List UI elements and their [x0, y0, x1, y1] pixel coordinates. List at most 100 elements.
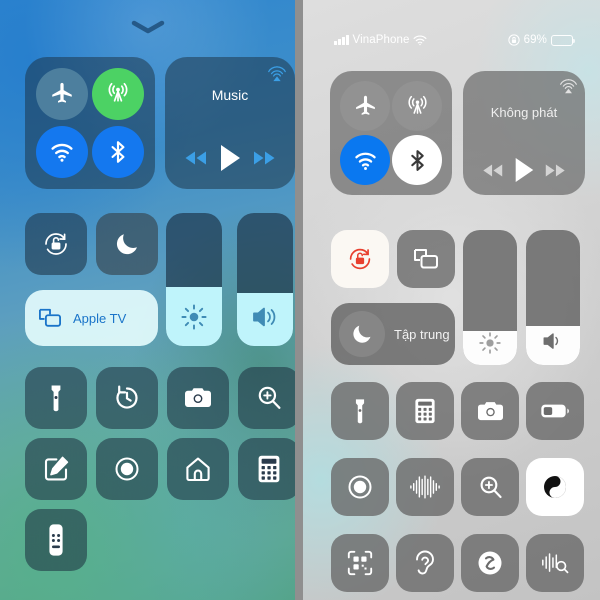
rotation-lock-status-icon: [508, 34, 520, 46]
ear-icon: [412, 548, 438, 578]
flashlight-icon: [347, 397, 373, 425]
screen-mirroring-toggle[interactable]: Apple TV: [25, 290, 158, 346]
shortcut-home[interactable]: [167, 438, 229, 500]
rotation-lock-toggle[interactable]: [25, 213, 87, 275]
airplay-audio-icon[interactable]: [267, 64, 287, 84]
media-playback-card[interactable]: Không phát: [463, 71, 585, 195]
moon-icon: [113, 230, 141, 258]
shortcut-camera[interactable]: [461, 382, 519, 440]
do-not-disturb-toggle[interactable]: [96, 213, 158, 275]
volume-slider[interactable]: [237, 213, 293, 346]
shortcut-camera[interactable]: [167, 367, 229, 429]
screen-mirroring-icon: [37, 307, 63, 329]
brightness-icon: [166, 302, 222, 332]
wifi-icon: [413, 34, 427, 46]
status-bar: VinaPhone 69%: [303, 31, 600, 49]
screen-record-icon: [112, 454, 142, 484]
flashlight-icon: [42, 383, 70, 413]
shortcut-timer[interactable]: [96, 367, 158, 429]
chevron-down-icon[interactable]: [128, 18, 168, 36]
rotation-lock-icon: [345, 244, 375, 274]
screen-record-icon: [345, 472, 375, 502]
shortcut-code-scanner[interactable]: [331, 534, 389, 592]
airplane-mode-toggle[interactable]: [340, 81, 390, 131]
volume-slider[interactable]: [526, 230, 580, 365]
shortcut-flashlight[interactable]: [25, 367, 87, 429]
wifi-toggle[interactable]: [36, 126, 88, 178]
camera-icon: [476, 399, 505, 424]
airplane-mode-toggle[interactable]: [36, 68, 88, 120]
shortcut-dark-mode[interactable]: [526, 458, 584, 516]
wifi-toggle[interactable]: [340, 135, 390, 185]
remote-icon: [46, 523, 66, 557]
waveform-icon: [409, 474, 441, 500]
shortcut-notes[interactable]: [25, 438, 87, 500]
shortcut-calculator[interactable]: [396, 382, 454, 440]
low-power-battery-icon: [540, 402, 570, 420]
shortcut-apple-tv-remote[interactable]: [25, 509, 87, 571]
rewind-icon[interactable]: [183, 149, 209, 167]
media-playback-card[interactable]: Music: [165, 57, 295, 189]
bluetooth-icon: [105, 139, 131, 165]
cellular-data-toggle[interactable]: [392, 81, 442, 131]
bluetooth-toggle[interactable]: [392, 135, 442, 185]
shortcut-voice-memos[interactable]: [396, 458, 454, 516]
battery-icon: [551, 34, 576, 46]
shortcut-magnifier[interactable]: [238, 367, 295, 429]
shortcut-magnifier[interactable]: [461, 458, 519, 516]
airplane-icon: [353, 94, 378, 119]
sound-recognition-icon: [540, 549, 570, 577]
bluetooth-icon: [405, 148, 430, 173]
screen-mirroring-toggle[interactable]: [397, 230, 455, 288]
shortcut-shazam[interactable]: [461, 534, 519, 592]
shortcut-screen-record[interactable]: [331, 458, 389, 516]
play-icon[interactable]: [512, 156, 536, 184]
play-icon[interactable]: [217, 143, 243, 173]
signal-bars-icon: [334, 35, 349, 45]
shortcut-screen-record[interactable]: [96, 438, 158, 500]
focus-toggle[interactable]: Tập trung: [331, 303, 455, 365]
media-controls: [165, 143, 295, 173]
calculator-icon: [413, 397, 437, 425]
cellular-icon: [104, 80, 132, 108]
rotation-lock-icon: [40, 228, 72, 260]
wifi-icon: [352, 147, 379, 174]
shazam-icon: [475, 548, 505, 578]
speaker-icon: [526, 329, 580, 353]
moon-icon: [339, 311, 385, 357]
speaker-icon: [237, 304, 293, 330]
shortcuts-grid: [25, 367, 295, 571]
brightness-slider[interactable]: [166, 213, 222, 346]
fast-forward-icon[interactable]: [543, 162, 567, 179]
connectivity-card: [25, 57, 155, 189]
brightness-slider[interactable]: [463, 230, 517, 365]
timer-icon: [112, 383, 142, 413]
shortcut-hearing[interactable]: [396, 534, 454, 592]
media-title: Music: [211, 87, 249, 103]
shortcut-sound-recognition[interactable]: [526, 534, 584, 592]
shortcut-flashlight[interactable]: [331, 382, 389, 440]
airplane-icon: [49, 81, 75, 107]
carrier-label: VinaPhone: [352, 34, 410, 46]
shortcut-calculator[interactable]: [238, 438, 295, 500]
right-control-center-panel: VinaPhone 69% Không phát Tập trung: [303, 0, 600, 600]
rotation-lock-toggle[interactable]: [331, 230, 389, 288]
media-controls: [463, 156, 585, 184]
magnifier-icon: [476, 473, 505, 502]
focus-label: Tập trung: [394, 326, 450, 342]
rewind-icon[interactable]: [481, 162, 505, 179]
fast-forward-icon[interactable]: [251, 149, 277, 167]
cellular-data-toggle[interactable]: [92, 68, 144, 120]
left-control-center-panel: Music Apple TV: [0, 0, 295, 600]
bluetooth-toggle[interactable]: [92, 126, 144, 178]
shortcut-low-power-mode[interactable]: [526, 382, 584, 440]
dark-mode-icon: [540, 472, 570, 502]
screen-mirroring-label: Apple TV: [73, 310, 127, 326]
media-title: Không phát: [490, 105, 558, 120]
camera-icon: [183, 385, 213, 411]
battery-percent-label: 69%: [523, 34, 547, 46]
screenshot-root: Music Apple TV VinaPhone 69% Không phát …: [0, 0, 600, 600]
panel-divider: [295, 0, 303, 600]
notes-icon: [41, 454, 71, 484]
airplay-audio-icon[interactable]: [559, 77, 578, 96]
